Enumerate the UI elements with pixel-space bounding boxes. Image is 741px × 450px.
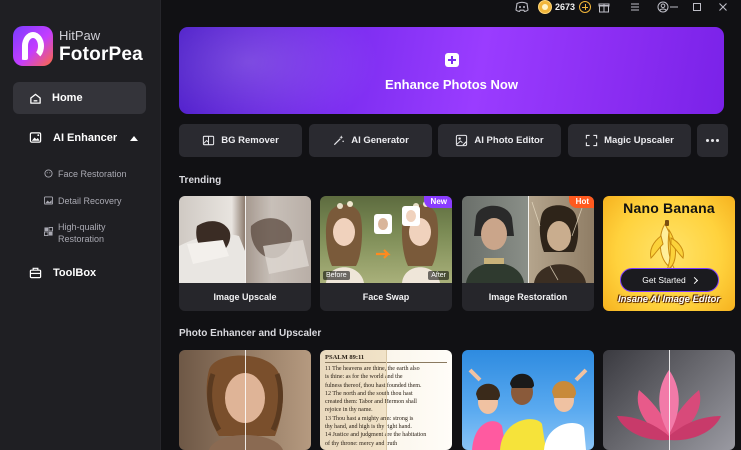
fotorpea-logo-icon [13, 26, 53, 66]
face-icon [44, 169, 53, 178]
expand-icon [585, 134, 598, 147]
compare-divider [528, 196, 529, 283]
sidebar-subitem-label: Detail Recovery [58, 196, 122, 206]
before-label: Before [323, 271, 350, 280]
sidebar-item-label: AI Enhancer [53, 131, 118, 144]
sidebar-item-ai-enhancer[interactable]: AI Enhancer [29, 131, 141, 144]
group-photo-card[interactable] [462, 350, 594, 450]
after-label: After [428, 271, 449, 280]
portrait-enhance-card[interactable] [179, 350, 311, 450]
toolbox-icon [29, 267, 42, 279]
sidebar-subitem-face-restoration[interactable]: Face Restoration [44, 168, 127, 180]
bg-remover-button[interactable]: BG Remover [179, 124, 302, 157]
trending-heading: Trending [179, 175, 222, 186]
chevron-up-icon[interactable] [130, 136, 138, 141]
compare-divider [669, 350, 670, 450]
sidebar-subitem-high-quality-restoration[interactable]: High-quality Restoration [44, 221, 106, 245]
new-badge: New [423, 196, 452, 208]
gift-icon[interactable] [598, 1, 610, 13]
flower-photo-card[interactable] [603, 350, 735, 450]
photo-edit-icon [456, 134, 468, 147]
sidebar-item-label: ToolBox [53, 266, 97, 279]
title-bar: 2673 [161, 0, 741, 16]
credits-count: 2673 [555, 2, 576, 12]
sidebar-item-home[interactable]: Home [13, 82, 146, 114]
home-icon [30, 93, 41, 104]
discord-icon[interactable] [515, 1, 529, 13]
magic-wand-icon [334, 135, 345, 146]
sidebar-subitem-label: High-quality [58, 222, 106, 232]
image-upscale-card[interactable]: Image Upscale [179, 196, 311, 311]
sidebar-subitem-detail-recovery[interactable]: Detail Recovery [44, 195, 122, 207]
credits-balance[interactable]: 2673 [538, 0, 592, 14]
group-photo-thumbnail [462, 350, 594, 450]
card-caption: Face Swap [362, 292, 410, 302]
coin-icon [538, 0, 552, 14]
face-swap-card[interactable]: Before After New Face Swap [320, 196, 452, 311]
image-restoration-thumbnail: Hot [462, 196, 594, 283]
app-logo: HitPaw FotorPea [13, 26, 143, 66]
enhance-image-icon [29, 132, 42, 143]
image-upscale-thumbnail [179, 196, 311, 283]
enhance-photos-label: Enhance Photos Now [385, 77, 518, 92]
enhance-photos-button[interactable]: Enhance Photos Now [179, 27, 724, 114]
magic-upscaler-button[interactable]: Magic Upscaler [568, 124, 691, 157]
compare-divider [386, 350, 387, 450]
grid-image-icon [44, 227, 53, 236]
book-page-thumbnail: PSALM 89:11 11 The heavens are thine, th… [320, 350, 452, 450]
brand-name: FotorPea [59, 43, 143, 65]
portrait-thumbnail [179, 350, 311, 450]
tool-label: Magic Upscaler [604, 135, 674, 146]
chevron-right-icon [690, 276, 698, 284]
face-swap-thumbnail: Before After New [320, 196, 452, 283]
promo-subtitle: Insane AI Image Editor [617, 294, 721, 305]
text-enhance-card[interactable]: PSALM 89:11 11 The heavens are thine, th… [320, 350, 452, 450]
tool-label: AI Photo Editor [474, 135, 544, 146]
brand-company: HitPaw [59, 27, 101, 43]
card-caption: Image Upscale [213, 292, 277, 302]
photo-enhancer-heading: Photo Enhancer and Upscaler [179, 328, 322, 339]
tool-label: BG Remover [221, 135, 279, 146]
hot-badge: Hot [568, 196, 594, 208]
tool-label: AI Generator [351, 135, 409, 146]
compare-divider [245, 350, 246, 450]
sidebar: HitPaw FotorPea Home AI Enhancer Face Re… [0, 0, 161, 450]
menu-icon[interactable] [629, 1, 641, 13]
nano-banana-promo[interactable]: Nano Banana Get Started Insane AI Image … [603, 196, 735, 311]
add-icon [444, 53, 459, 67]
maximize-icon[interactable] [691, 1, 703, 13]
sidebar-subitem-label-line2: Restoration [58, 234, 105, 244]
sidebar-item-label: Home [52, 92, 83, 104]
close-icon[interactable] [717, 1, 729, 13]
card-caption: Image Restoration [488, 292, 568, 302]
ai-photo-editor-button[interactable]: AI Photo Editor [438, 124, 561, 157]
image-icon [44, 196, 53, 205]
sidebar-subitem-label: Face Restoration [58, 169, 127, 179]
bg-remover-icon [203, 135, 215, 146]
flower-thumbnail [603, 350, 735, 450]
get-started-button[interactable]: Get Started [620, 268, 719, 292]
more-tools-button[interactable] [697, 124, 728, 157]
more-icon [706, 139, 709, 142]
get-started-label: Get Started [642, 275, 686, 285]
minimize-icon[interactable] [668, 1, 680, 13]
image-restoration-card[interactable]: Hot Image Restoration [462, 196, 594, 311]
compare-divider [245, 196, 246, 283]
app-window: HitPaw FotorPea Home AI Enhancer Face Re… [0, 0, 741, 450]
ai-generator-button[interactable]: AI Generator [309, 124, 432, 157]
sidebar-item-toolbox[interactable]: ToolBox [29, 266, 96, 279]
add-credits-icon[interactable] [579, 1, 592, 13]
